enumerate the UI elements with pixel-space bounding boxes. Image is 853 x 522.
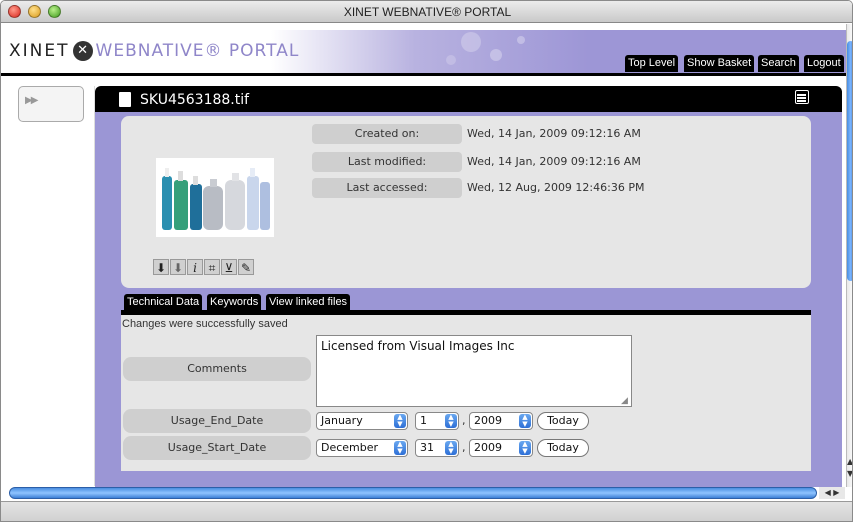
vertical-scroll-thumb[interactable] (847, 41, 852, 281)
edit-pencil-icon[interactable]: ✎ (238, 259, 254, 275)
select-arrows-icon: ▲ ▼ (394, 441, 406, 455)
nav-logout[interactable]: Logout (804, 55, 844, 72)
usage-start-month-value: December (321, 441, 379, 454)
header-divider (1, 73, 848, 76)
minimize-window-button[interactable] (28, 5, 41, 18)
usage-start-date-label: Usage_Start_Date (123, 436, 311, 460)
file-thumbnail[interactable] (156, 158, 274, 237)
usage-end-today-button[interactable]: Today (537, 412, 589, 430)
usage-end-year-select[interactable]: 2009 ▲ ▼ (469, 412, 533, 430)
usage-end-month-value: January (321, 414, 363, 427)
usage-end-day-select[interactable]: 1 ▲ ▼ (415, 412, 459, 430)
logo-xinet-text: XINET (9, 41, 70, 61)
file-action-toolbar: ⬇ ⬇ i ⌗ ⊻ ✎ (153, 259, 254, 275)
last-accessed-label: Last accessed: (312, 178, 462, 198)
last-modified-label: Last modified: (312, 152, 462, 172)
tab-keywords[interactable]: Keywords (207, 294, 262, 311)
xinet-logo-icon: ✕ (72, 41, 93, 61)
tab-technical-data[interactable]: Technical Data (124, 294, 203, 311)
nav-top-level[interactable]: Top Level (625, 55, 679, 72)
last-modified-value: Wed, 14 Jan, 2009 09:12:16 AM (467, 155, 641, 168)
window-title: XINET WEBNATIVE® PORTAL (343, 5, 512, 19)
download-icon[interactable]: ⬇ (153, 259, 169, 275)
status-bar (1, 501, 852, 521)
date-separator: , (462, 441, 466, 454)
browser-window: XINET WEBNATIVE® PORTAL XINET ✕ WEBNATIVE®… (0, 0, 853, 522)
last-accessed-value: Wed, 12 Aug, 2009 12:46:36 PM (467, 181, 645, 194)
view-options-icon[interactable] (795, 90, 809, 104)
scroll-down-arrow-icon[interactable]: ▼ (847, 469, 852, 478)
title-bar: XINET WEBNATIVE® PORTAL (1, 1, 852, 23)
portal-logo: XINET ✕ WEBNATIVE® PORTAL (9, 41, 299, 61)
tab-view-linked-files[interactable]: View linked files (266, 294, 351, 311)
expand-arrows-icon: ▶▶ (25, 95, 38, 106)
zoom-window-button[interactable] (48, 5, 61, 18)
usage-start-day-select[interactable]: 31 ▲ ▼ (415, 439, 459, 457)
info-icon[interactable]: i (187, 259, 203, 275)
select-arrows-icon: ▲ ▼ (445, 414, 457, 428)
usage-end-day-value: 1 (420, 414, 427, 427)
comments-textarea[interactable]: Licensed from Visual Images Inc (316, 335, 632, 407)
close-window-button[interactable] (8, 5, 21, 18)
horizontal-scroll-thumb[interactable] (9, 487, 817, 499)
crop-icon[interactable]: ⌗ (204, 259, 220, 275)
select-arrows-icon: ▲ ▼ (394, 414, 406, 428)
comments-label: Comments (123, 357, 311, 381)
select-arrows-icon: ▲ ▼ (519, 441, 531, 455)
scroll-up-arrow-icon[interactable]: ▲ (847, 457, 852, 466)
logo-webnative-text: WEBNATIVE® PORTAL (95, 41, 300, 61)
usage-end-month-select[interactable]: January ▲ ▼ (316, 412, 408, 430)
download-alt-icon[interactable]: ⬇ (170, 259, 186, 275)
usage-start-year-select[interactable]: 2009 ▲ ▼ (469, 439, 533, 457)
usage-start-day-value: 31 (420, 441, 434, 454)
basket-icon[interactable]: ⊻ (221, 259, 237, 275)
nav-show-basket[interactable]: Show Basket (684, 55, 755, 72)
document-icon (119, 92, 131, 107)
resize-handle-icon[interactable]: ◢ (621, 396, 628, 406)
horizontal-scroll-arrows-icon[interactable]: ◀ ▶ (819, 487, 845, 499)
file-name: SKU4563188.tif (140, 92, 250, 108)
usage-end-date-label: Usage_End_Date (123, 409, 311, 433)
usage-start-year-value: 2009 (474, 441, 502, 454)
select-arrows-icon: ▲ ▼ (445, 441, 457, 455)
usage-start-today-button[interactable]: Today (537, 439, 589, 457)
usage-start-month-select[interactable]: December ▲ ▼ (316, 439, 408, 457)
select-arrows-icon: ▲ ▼ (519, 414, 531, 428)
created-on-value: Wed, 14 Jan, 2009 09:12:16 AM (467, 127, 641, 140)
nav-search[interactable]: Search (758, 55, 799, 72)
sidebar-toggle[interactable]: ▶▶ (18, 86, 84, 122)
bottles-thumbnail-image (162, 168, 270, 230)
date-separator: , (462, 414, 466, 427)
created-on-label: Created on: (312, 124, 462, 144)
usage-end-year-value: 2009 (474, 414, 502, 427)
save-status-message: Changes were successfully saved (122, 318, 288, 330)
